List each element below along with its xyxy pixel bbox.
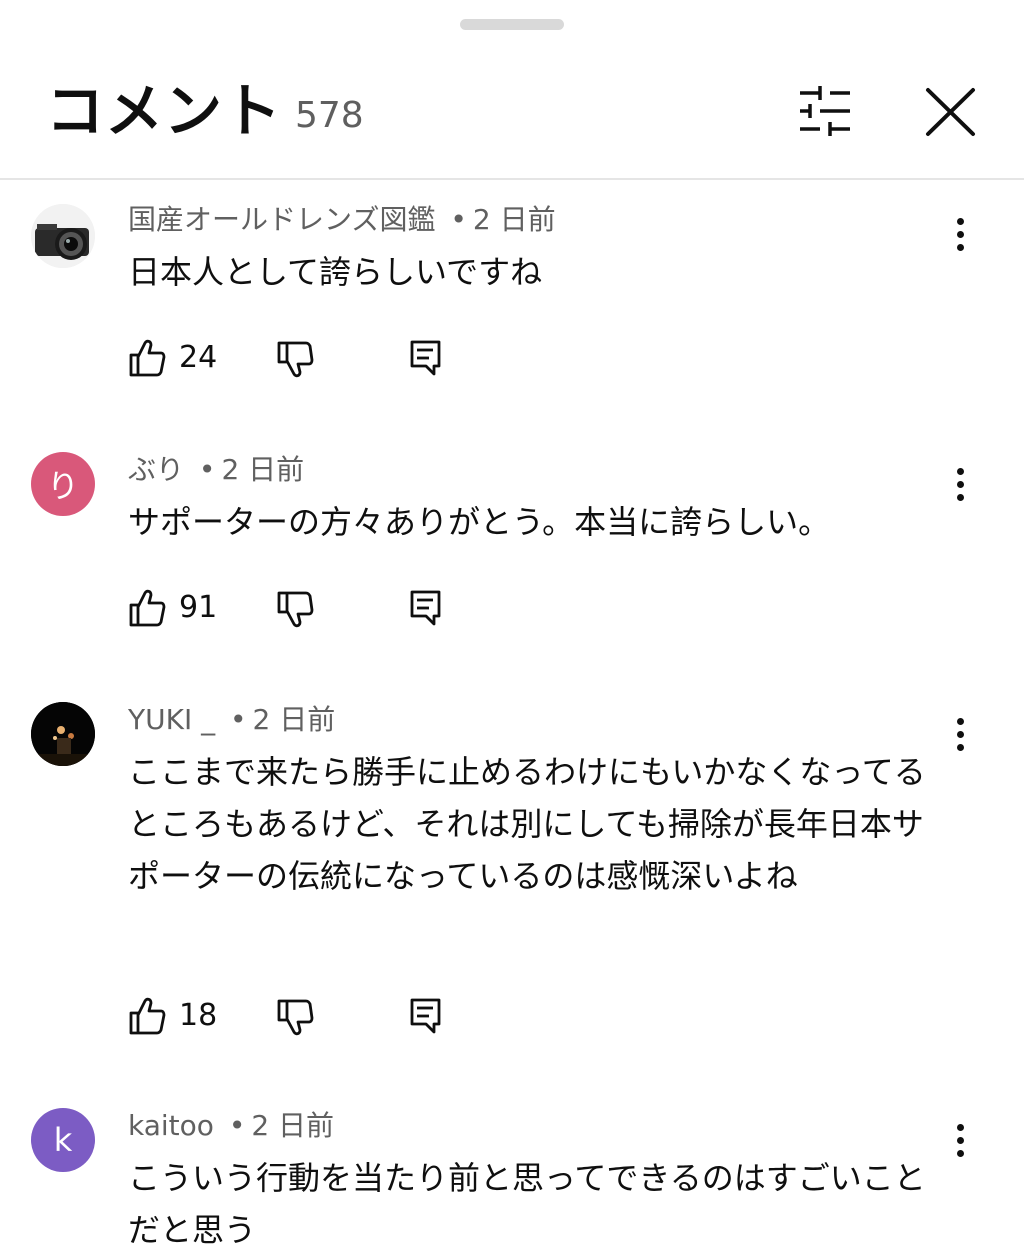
comment-author[interactable]: kaitoo bbox=[128, 1109, 214, 1142]
reply-button[interactable] bbox=[408, 338, 444, 378]
comment-meta: ぶり • 2 日前 bbox=[128, 452, 304, 488]
reply-icon bbox=[410, 998, 441, 1034]
reply-button[interactable] bbox=[408, 996, 444, 1036]
comment-author[interactable]: YUKI _ bbox=[128, 703, 215, 736]
more-vert-icon bbox=[956, 467, 964, 475]
comment-text: 日本人として誇らしいですね bbox=[128, 253, 543, 291]
comment-actions: 91 bbox=[128, 588, 528, 632]
close-button[interactable] bbox=[915, 78, 985, 148]
filter-button[interactable] bbox=[790, 80, 860, 144]
reply-icon bbox=[410, 590, 441, 626]
avatar[interactable]: り bbox=[31, 452, 95, 516]
comment-text: ここまで来たら勝手に止めるわけにもいかなくなってるところもあるけど、それは別にし… bbox=[128, 753, 926, 895]
comments-header: コメント 578 bbox=[0, 0, 1024, 180]
meta-separator: • bbox=[230, 703, 247, 736]
like-count: 91 bbox=[179, 590, 218, 625]
meta-separator: • bbox=[228, 1109, 246, 1142]
more-options-button[interactable] bbox=[940, 462, 980, 506]
more-options-button[interactable] bbox=[940, 212, 980, 256]
comment-time: 2 日前 bbox=[221, 453, 305, 486]
thumbs-down-icon bbox=[277, 591, 314, 628]
night-avatar-image bbox=[31, 702, 95, 766]
reply-icon bbox=[410, 340, 441, 376]
comment-author[interactable]: ぶり bbox=[128, 453, 184, 486]
more-vert-icon bbox=[956, 1123, 964, 1131]
like-button[interactable] bbox=[128, 338, 166, 378]
like-button[interactable] bbox=[128, 996, 166, 1036]
comment-meta: 国産オールドレンズ図鑑 • 2 日前 bbox=[128, 202, 556, 238]
like-button[interactable] bbox=[128, 588, 166, 628]
avatar[interactable] bbox=[31, 204, 95, 268]
meta-separator: • bbox=[198, 453, 216, 486]
comment-author[interactable]: 国産オールドレンズ図鑑 bbox=[128, 203, 435, 236]
comment-actions: 24 bbox=[128, 338, 528, 382]
comment-meta: kaitoo • 2 日前 bbox=[128, 1108, 334, 1144]
thumbs-up-icon bbox=[129, 589, 166, 627]
dislike-button[interactable] bbox=[276, 590, 314, 630]
comment-time: 2 日前 bbox=[251, 1109, 335, 1142]
avatar[interactable] bbox=[31, 702, 95, 766]
more-vert-icon bbox=[956, 217, 964, 225]
dislike-button[interactable] bbox=[276, 340, 314, 380]
like-count: 24 bbox=[179, 340, 218, 375]
thumbs-up-icon bbox=[129, 339, 166, 377]
comment-time: 2 日前 bbox=[252, 703, 336, 736]
comment-count: 578 bbox=[295, 95, 364, 136]
dislike-button[interactable] bbox=[276, 998, 314, 1038]
close-icon bbox=[926, 88, 975, 136]
comment-actions: 18 bbox=[128, 996, 528, 1040]
reply-button[interactable] bbox=[408, 588, 444, 628]
page-title: コメント bbox=[46, 77, 283, 145]
meta-separator: • bbox=[450, 203, 467, 236]
comment-text: こういう行動を当たり前と思ってできるのはすごいことだと思う bbox=[128, 1159, 926, 1249]
more-options-button[interactable] bbox=[940, 1118, 980, 1162]
more-vert-icon bbox=[956, 717, 964, 725]
comment-time: 2 日前 bbox=[472, 203, 556, 236]
more-options-button[interactable] bbox=[940, 712, 980, 756]
filter-icon bbox=[800, 86, 850, 136]
camera-avatar-image bbox=[31, 204, 95, 268]
comment-meta: YUKI _ • 2 日前 bbox=[128, 702, 335, 738]
thumbs-down-icon bbox=[277, 341, 314, 378]
thumbs-up-icon bbox=[129, 997, 166, 1035]
thumbs-down-icon bbox=[277, 999, 314, 1036]
comments-sheet: コメント 578 国産オールドレンズ図鑑 • 2 日前 日本人として誇らしいです… bbox=[0, 0, 1024, 1256]
like-count: 18 bbox=[179, 998, 218, 1033]
comment-text: サポーターの方々ありがとう。本当に誇らしい。 bbox=[128, 503, 831, 541]
avatar[interactable]: k bbox=[31, 1108, 95, 1172]
